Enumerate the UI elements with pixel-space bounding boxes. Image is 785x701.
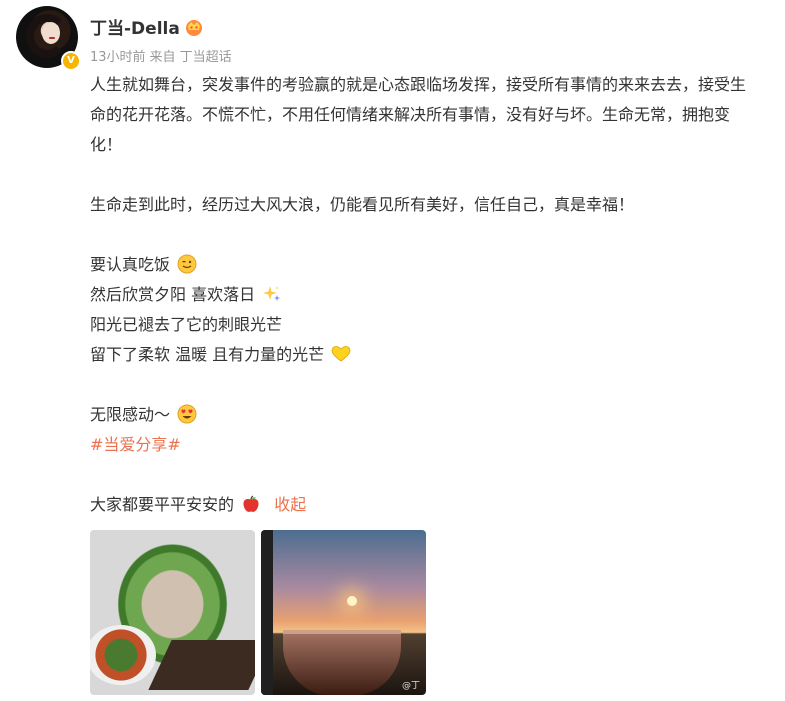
post-line-2: 然后欣赏夕阳 喜欢落日	[90, 280, 760, 310]
author-name-row: 丁当-Della	[90, 14, 204, 39]
line-text: 要认真吃饭	[90, 255, 171, 274]
food-photo[interactable]	[90, 530, 255, 695]
post-line-6: 大家都要平平安安的 收起	[90, 490, 760, 520]
photo-watermark: @丁	[401, 681, 420, 691]
author-name[interactable]: 丁当-Della	[90, 14, 180, 39]
post-line-5: 无限感动～	[90, 400, 760, 430]
verified-badge-icon: V	[61, 51, 81, 71]
line-text: 然后欣赏夕阳 喜欢落日	[90, 285, 256, 304]
heart-eyes-emoji-icon	[177, 404, 197, 424]
post-source[interactable]: 丁当超话	[180, 46, 232, 65]
post-paragraph-2: 生命走到此时，经历过大风大浪，仍能看见所有美好，信任自己，真是幸福！	[90, 195, 635, 214]
photo-grid: @丁	[90, 530, 426, 695]
post-time[interactable]: 13小时前	[90, 46, 146, 65]
line-text: 留下了柔软 温暖 且有力量的光芒	[90, 345, 325, 364]
line-text: 大家都要平平安安的	[90, 495, 235, 514]
vip-crown-icon	[185, 19, 202, 36]
sunset-photo[interactable]: @丁	[261, 530, 426, 695]
source-prefix: 来自	[149, 50, 176, 65]
post-line-4: 留下了柔软 温暖 且有力量的光芒	[90, 340, 760, 370]
post-paragraph-1: 人生就如舞台，突发事件的考验赢的就是心态跟临场发挥，接受所有事情的来来去去，接受…	[90, 75, 747, 154]
post-line-1: 要认真吃饭	[90, 250, 760, 280]
post-content: 人生就如舞台，突发事件的考验赢的就是心态跟临场发挥，接受所有事情的来来去去，接受…	[90, 70, 760, 520]
post-meta: 13小时前 来自 丁当超话	[90, 46, 232, 65]
line-text: 无限感动～	[90, 405, 171, 424]
apple-icon	[243, 495, 259, 512]
yellow-heart-icon	[331, 346, 351, 362]
avatar[interactable]: V	[16, 6, 81, 71]
wink-emoji-icon	[177, 254, 197, 274]
sparkles-icon	[263, 286, 281, 301]
collapse-link[interactable]: 收起	[274, 495, 306, 514]
hashtag-link[interactable]: #当爱分享#	[90, 430, 760, 460]
post-line-3: 阳光已褪去了它的刺眼光芒	[90, 315, 283, 334]
